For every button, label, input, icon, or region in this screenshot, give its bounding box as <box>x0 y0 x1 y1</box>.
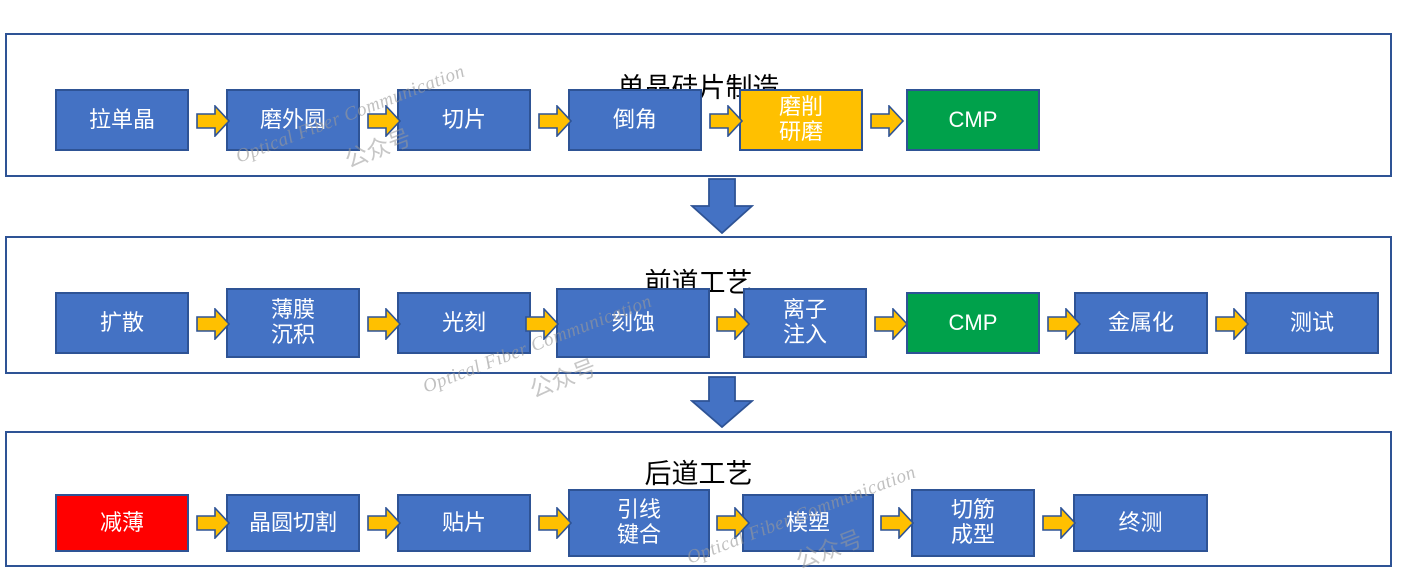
step-box-s2-6[interactable]: 金属化 <box>1074 292 1208 354</box>
step-label-s3-6: 终测 <box>1118 509 1163 535</box>
step-box-s2-0[interactable]: 扩散 <box>55 292 189 354</box>
connector-arrow-2 <box>690 376 754 428</box>
arrow-right-s3-1 <box>367 507 401 539</box>
arrow-right-s2-0 <box>196 308 230 340</box>
step-box-s1-3[interactable]: 倒角 <box>568 89 702 151</box>
step-box-s1-5[interactable]: CMP <box>906 89 1040 151</box>
step-box-s3-5[interactable]: 切筋 成型 <box>911 489 1035 557</box>
arrow-right-s2-1 <box>367 308 401 340</box>
step-box-s1-1[interactable]: 磨外圆 <box>226 89 360 151</box>
step-label-s2-6: 金属化 <box>1107 309 1174 335</box>
step-box-s3-4[interactable]: 模塑 <box>742 494 874 552</box>
step-label-s1-3: 倒角 <box>612 106 657 132</box>
step-label-s3-0: 减薄 <box>99 509 144 535</box>
step-box-s2-3[interactable]: 刻蚀 <box>556 288 710 358</box>
arrow-right-s1-3 <box>709 105 743 137</box>
step-label-s1-2: 切片 <box>441 106 486 132</box>
arrow-right-s2-4 <box>874 308 908 340</box>
step-box-s1-4[interactable]: 磨削 研磨 <box>739 89 863 151</box>
step-box-s3-6[interactable]: 终测 <box>1073 494 1208 552</box>
step-box-s2-2[interactable]: 光刻 <box>397 292 531 354</box>
step-label-s3-3: 引线 键合 <box>616 497 661 547</box>
arrow-right-s1-0 <box>196 105 230 137</box>
arrow-right-s1-4 <box>870 105 904 137</box>
step-box-s3-2[interactable]: 贴片 <box>397 494 531 552</box>
step-label-s1-4: 磨削 研磨 <box>778 94 823 144</box>
step-label-s2-5: CMP <box>948 309 998 335</box>
step-label-s2-3: 刻蚀 <box>610 309 655 335</box>
step-label-s1-1: 磨外圆 <box>259 106 326 132</box>
arrow-right-s1-1 <box>367 105 401 137</box>
step-label-s2-1: 薄膜 沉积 <box>270 297 315 347</box>
arrow-right-s2-3 <box>716 308 750 340</box>
step-box-s1-2[interactable]: 切片 <box>397 89 531 151</box>
arrow-right-s2-5 <box>1047 308 1081 340</box>
arrow-right-s3-3 <box>716 507 750 539</box>
arrow-right-s3-4 <box>880 507 914 539</box>
step-label-s2-4: 离子 注入 <box>782 297 827 347</box>
step-label-s3-2: 贴片 <box>441 509 486 535</box>
connector-arrow-1 <box>690 178 754 234</box>
step-box-s2-4[interactable]: 离子 注入 <box>743 288 867 358</box>
step-box-s3-0[interactable]: 减薄 <box>55 494 189 552</box>
step-label-s1-0: 拉单晶 <box>88 106 155 132</box>
step-label-s1-5: CMP <box>948 106 998 132</box>
step-box-s1-0[interactable]: 拉单晶 <box>55 89 189 151</box>
step-label-s2-7: 测试 <box>1289 309 1334 335</box>
step-box-s2-5[interactable]: CMP <box>906 292 1040 354</box>
arrow-right-s1-2 <box>538 105 572 137</box>
step-label-s2-2: 光刻 <box>441 309 486 335</box>
step-label-s3-1: 晶圆切割 <box>248 509 337 535</box>
step-box-s3-3[interactable]: 引线 键合 <box>568 489 710 557</box>
step-box-s2-7[interactable]: 测试 <box>1245 292 1379 354</box>
step-label-s3-5: 切筋 成型 <box>950 497 995 547</box>
arrow-right-s3-5 <box>1042 507 1076 539</box>
step-box-s3-1[interactable]: 晶圆切割 <box>226 494 360 552</box>
section-title-3: 后道工艺 <box>644 459 753 489</box>
step-label-s2-0: 扩散 <box>99 309 144 335</box>
step-label-s3-4: 模塑 <box>785 509 830 535</box>
arrow-right-s2-6 <box>1215 308 1249 340</box>
arrow-right-s2-2 <box>525 308 559 340</box>
step-box-s2-1[interactable]: 薄膜 沉积 <box>226 288 360 358</box>
arrow-right-s3-0 <box>196 507 230 539</box>
arrow-right-s3-2 <box>538 507 572 539</box>
